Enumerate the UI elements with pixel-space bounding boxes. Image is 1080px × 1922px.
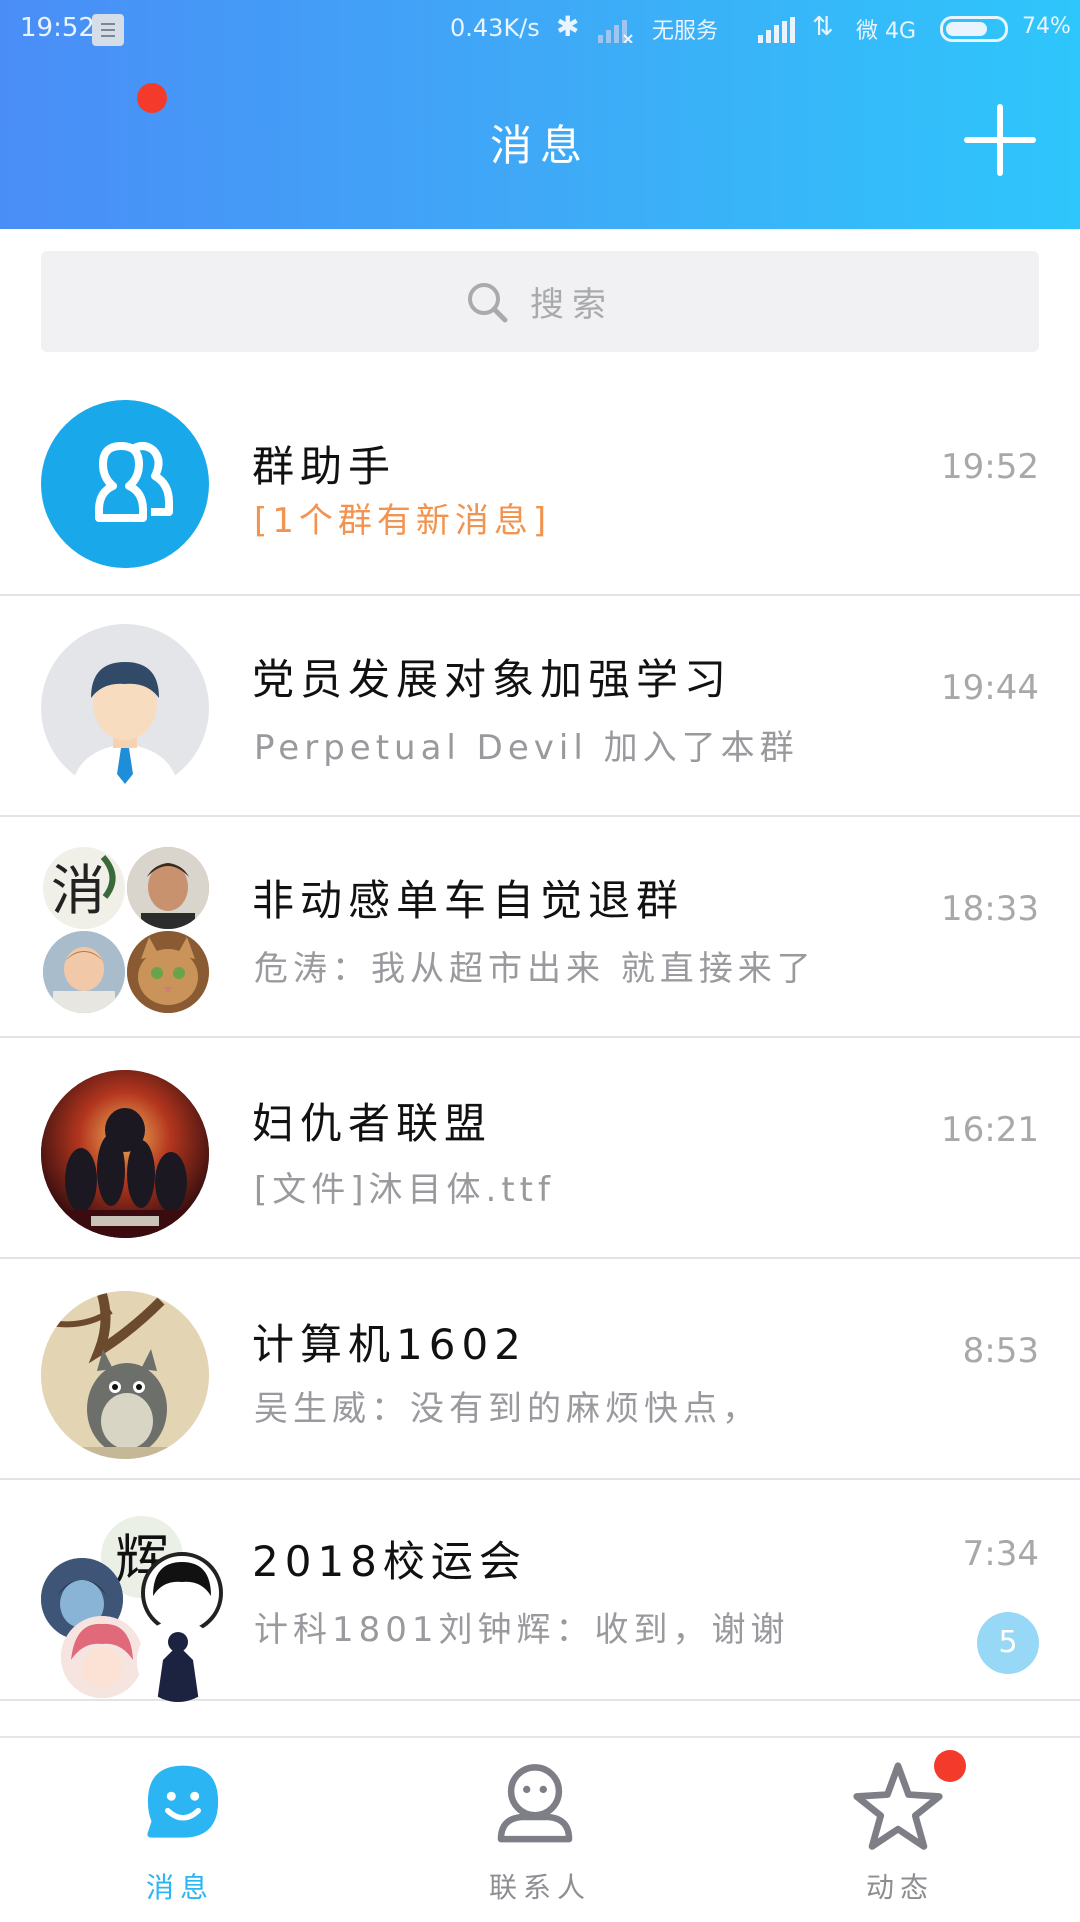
conversation-time: 16:21	[941, 1110, 1039, 1150]
conversation-preview: 计科1801刘钟辉：收到，谢谢	[254, 1610, 790, 1650]
conversation-item[interactable]: 消 非动感单车自觉退群 危涛：我从超市出来 就直接来了 18:33	[0, 817, 1080, 1038]
unread-count-badge: 5	[977, 1612, 1039, 1674]
bluetooth-icon: ✱	[556, 10, 580, 43]
conversation-preview: [1个群有新消息]	[254, 501, 552, 541]
battery-icon	[940, 16, 1008, 42]
group-collage-avatar: 消	[41, 845, 211, 1015]
conversation-name: 2018校运会	[252, 1537, 527, 1586]
search-placeholder: 搜索	[530, 285, 614, 325]
member-avatar	[127, 847, 209, 929]
svg-text:消: 消	[51, 859, 105, 922]
signal-icon	[758, 17, 795, 43]
movie-poster-avatar	[41, 1070, 209, 1238]
bottom-navigation: 消息 联系人 动态	[0, 1736, 1080, 1922]
default-person-avatar	[41, 624, 209, 792]
conversation-item[interactable]: 党员发展对象加强学习 Perpetual Devil 加入了本群 19:44	[0, 596, 1080, 817]
add-button[interactable]	[964, 104, 1036, 176]
member-avatar	[137, 1620, 219, 1702]
tab-messages[interactable]: 消息	[0, 1738, 360, 1922]
conversation-item[interactable]: 辉 2018校运会 计科1801刘钟辉：收到，谢谢 7:34 5	[0, 1480, 1080, 1702]
network-speed: 0.43K/s	[450, 14, 540, 42]
conversation-time: 18:33	[941, 889, 1039, 929]
tab-label: 动态	[865, 1871, 934, 1904]
no-signal-icon	[598, 20, 633, 43]
conversation-item[interactable]: 计算机1602 吴生威：没有到的麻烦快点， 8:53	[0, 1259, 1080, 1480]
star-icon	[853, 1762, 943, 1850]
contacts-person-icon	[497, 1764, 573, 1843]
conversation-time: 8:53	[962, 1331, 1039, 1371]
notification-icon	[92, 14, 124, 46]
group-collage-avatar: 辉	[41, 1516, 223, 1702]
battery-level	[946, 22, 987, 36]
conversation-preview: 危涛：我从超市出来 就直接来了	[254, 949, 816, 989]
member-avatar: 消	[43, 847, 125, 929]
group-helper-icon	[41, 400, 209, 568]
member-avatar	[43, 931, 125, 1013]
tab-label: 联系人	[488, 1871, 591, 1904]
tab-label: 消息	[145, 1871, 214, 1904]
conversation-item[interactable]: 妇仇者联盟 [文件]沐目体.ttf 16:21	[0, 1038, 1080, 1259]
member-avatar	[127, 931, 209, 1013]
page-title: 消息	[489, 121, 590, 170]
message-face-icon	[147, 1765, 219, 1838]
status-bar: 19:52 0.43K/s ✱ 无服务 ⇅ 微 4G 74%	[0, 0, 1080, 60]
tab-contacts[interactable]: 联系人	[360, 1738, 720, 1922]
conversation-time: 7:34	[962, 1534, 1039, 1574]
conversation-name: 妇仇者联盟	[252, 1099, 493, 1148]
search-icon	[468, 282, 508, 322]
app-header: 19:52 0.43K/s ✱ 无服务 ⇅ 微 4G 74% 消息	[0, 0, 1080, 229]
network-type-label: 微 4G	[856, 19, 917, 44]
conversation-item[interactable]: 群助手 [1个群有新消息] 19:52	[0, 375, 1080, 596]
no-service-label: 无服务	[652, 19, 719, 44]
conversation-name: 群助手	[252, 442, 397, 491]
tab-moments[interactable]: 动态	[720, 1738, 1080, 1922]
unread-dot	[934, 1750, 966, 1782]
conversation-preview: 吴生威：没有到的麻烦快点，	[254, 1389, 761, 1429]
battery-percent: 74%	[1022, 14, 1071, 39]
conversation-name: 非动感单车自觉退群	[252, 876, 685, 925]
data-transfer-icon: ⇅	[812, 12, 834, 42]
unread-dot	[137, 83, 167, 113]
conversation-time: 19:44	[941, 668, 1039, 708]
conversation-preview: Perpetual Devil 加入了本群	[254, 728, 799, 768]
totoro-avatar	[41, 1291, 209, 1459]
member-avatar	[61, 1616, 143, 1698]
conversation-preview: [文件]沐目体.ttf	[254, 1170, 555, 1210]
status-time: 19:52	[20, 13, 95, 43]
conversation-name: 计算机1602	[252, 1320, 527, 1369]
search-bar[interactable]: 搜索	[41, 251, 1039, 352]
conversation-name: 党员发展对象加强学习	[252, 655, 733, 704]
conversation-time: 19:52	[941, 447, 1039, 487]
